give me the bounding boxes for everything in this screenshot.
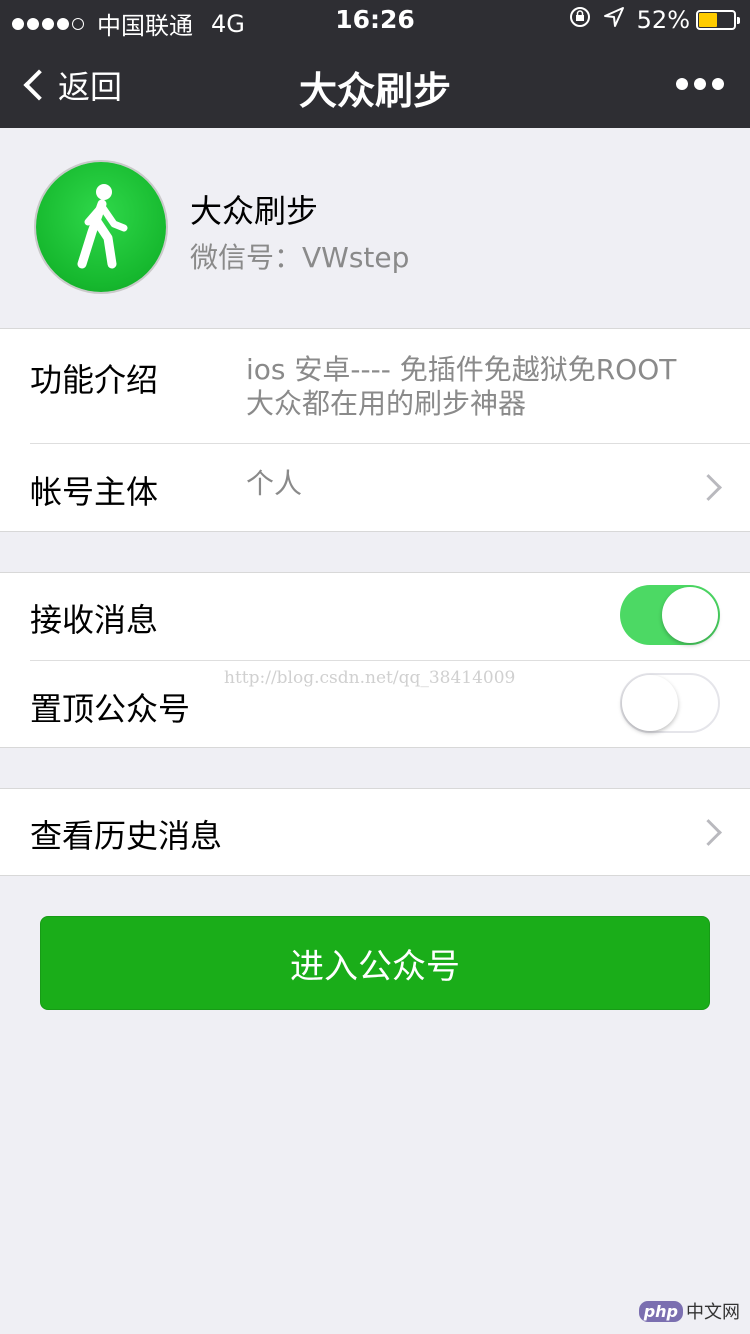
battery-percent: 52% [636,6,690,34]
history-section: 查看历史消息 [0,788,750,876]
intro-label: 功能介绍 [30,361,159,399]
intro-text: ios 安卓---- 免插件免越狱免ROOT 大众都在用的刷步神器 [246,353,676,421]
pin-account-label: 置顶公众号 [30,690,191,728]
location-arrow-icon [603,6,625,34]
avatar [36,162,166,292]
status-bar: 中国联通 4G 16:26 52% [0,0,750,40]
site-logo: php 中文网 [638,1298,740,1324]
battery-level [699,13,717,27]
enter-account-button[interactable]: 进入公众号 [40,916,710,1010]
pin-account-toggle[interactable] [620,673,720,733]
toggle-knob [662,587,718,643]
navigation-bar: 返回 大众刷步 [0,40,750,128]
logo-text: 中文网 [686,1302,740,1323]
settings-section: 接收消息 置顶公众号 [0,572,750,748]
page-title: 大众刷步 [298,69,451,113]
receive-messages-toggle[interactable] [620,585,720,645]
chevron-right-icon [695,474,722,501]
receive-messages-label: 接收消息 [30,601,159,639]
receive-messages-row: 接收消息 [0,573,750,661]
more-dots-icon[interactable] [670,78,724,90]
battery-icon [696,10,740,30]
account-name: 大众刷步 [190,192,319,230]
account-subject-label: 帐号主体 [30,473,159,511]
view-history-row[interactable]: 查看历史消息 [0,789,750,875]
chevron-right-icon [695,819,722,846]
intro-line-2: 大众都在用的刷步神器 [246,387,527,420]
status-right: 52% [569,6,740,34]
wechat-id: 微信号：VWstep [190,241,410,274]
info-section: 功能介绍 ios 安卓---- 免插件免越狱免ROOT 大众都在用的刷步神器 帐… [0,328,750,532]
php-badge: php [638,1300,683,1322]
profile-header: 大众刷步 微信号：VWstep [0,128,750,328]
intro-line-1: ios 安卓---- 免插件免越狱免ROOT [246,353,677,386]
intro-row: 功能介绍 ios 安卓---- 免插件免越狱免ROOT 大众都在用的刷步神器 [0,329,750,444]
watermark-text: http://blog.csdn.net/qq_38414009 [224,668,516,688]
walking-person-icon [77,184,128,269]
account-subject-row[interactable]: 帐号主体 个人 [0,443,750,531]
view-history-label: 查看历史消息 [30,817,223,855]
toggle-knob [622,675,678,731]
rotation-lock-icon [569,6,591,34]
account-subject-value: 个人 [246,467,303,500]
